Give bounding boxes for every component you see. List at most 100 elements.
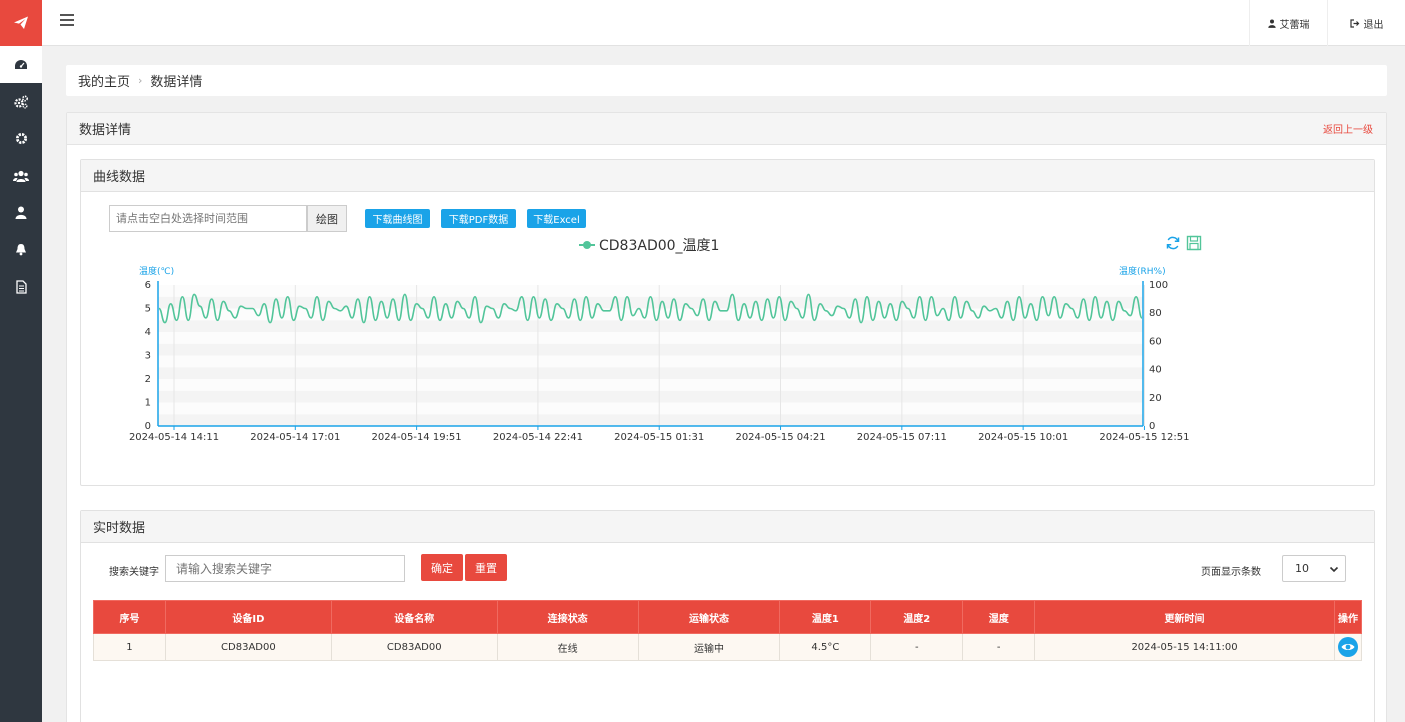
x-tick-label: 2024-05-15 12:51 [1099,432,1189,443]
grid-band [158,332,1143,344]
column-header[interactable]: 湿度 [962,600,1036,634]
confirm-button[interactable]: 确定 [421,554,463,581]
reset-button[interactable]: 重置 [465,554,507,581]
logout-button[interactable]: 退出 [1327,0,1405,46]
users-icon [13,170,29,182]
y-tick-label: 6 [145,280,151,291]
chevron-down-icon [1329,566,1339,573]
nav-item-alarms[interactable] [0,231,42,268]
nav-item-settings[interactable] [0,120,42,157]
menu-toggle-icon[interactable] [60,14,74,26]
y-tick-label: 2 [145,374,151,385]
bell-icon [16,244,26,256]
logout-label: 退出 [1363,19,1384,31]
x-tick-label: 2024-05-14 22:41 [493,432,583,443]
y2-tick-label: 40 [1149,365,1162,376]
data-detail-panel: 数据详情 返回上一级 曲线数据 绘图 下载曲线图 下载PDF数据 下载Excel… [66,112,1387,722]
x-tick-label: 2024-05-14 14:11 [129,432,219,443]
column-header[interactable]: 运输状态 [637,600,781,634]
grid-band [158,390,1143,403]
y-tick-label: 1 [145,398,151,409]
nav-item-dashboard[interactable] [0,46,42,83]
grid-band [158,355,1143,368]
user-name: 艾蕾瑞 [1279,19,1310,31]
breadcrumb: 我的主页 › 数据详情 [66,65,1387,96]
grid-band [158,308,1143,321]
x-tick-label: 2024-05-15 04:21 [735,432,825,443]
dashboard-icon [15,59,27,69]
column-header[interactable]: 温度1 [779,600,872,634]
panel-title: 数据详情 [79,123,132,138]
grid-band [158,285,1143,297]
y-tick-label: 0 [145,421,151,432]
logo[interactable] [0,0,42,46]
gear-icon [15,132,27,145]
realtime-data-panel: 实时数据 搜索关键字 确定 重置 页面显示条数 10 序号 设备ID 设备名称 … [80,510,1375,722]
y2-tick-label: 100 [1149,280,1168,291]
page-size-label: 页面显示条数 [1201,567,1261,578]
nav-item-reports[interactable] [0,268,42,305]
y-tick-label: 5 [145,304,151,315]
nav-item-devices[interactable] [0,83,42,120]
temperature-line-chart: 温度(℃) 温度(RH%)01234560204060801002024-05-1… [129,265,1190,443]
grid-band [158,296,1143,309]
y-tick-label: 4 [145,327,151,338]
document-icon [15,279,27,294]
breadcrumb-separator-icon: › [138,74,143,87]
y2-tick-label: 80 [1149,308,1162,319]
grid-band [158,320,1143,332]
column-header[interactable]: 温度2 [870,600,964,634]
top-header: 艾蕾瑞 退出 [42,0,1405,46]
column-header[interactable]: 设备名称 [330,600,498,634]
panel-header: 数据详情 返回上一级 [67,113,1386,145]
cell-device-id: CD83AD00 [164,633,332,661]
cell-device-name: CD83AD00 [330,633,498,661]
curve-data-panel: 曲线数据 绘图 下载曲线图 下载PDF数据 下载Excel CD83AD00_温… [80,159,1375,486]
search-input[interactable] [165,555,405,582]
cell-updated-time: 2024-05-15 14:11:00 [1034,633,1335,661]
sidebar [0,0,42,722]
column-header: 操作 [1333,600,1363,634]
grid-band [158,343,1143,356]
paper-plane-icon [14,16,28,29]
user-icon [15,206,27,219]
column-header[interactable]: 连接状态 [496,600,639,634]
y2-tick-label: 60 [1149,336,1162,347]
grid-band [158,367,1143,379]
nav-item-user[interactable] [0,194,42,231]
column-header[interactable]: 设备ID [164,600,332,634]
cogs-icon [14,95,28,108]
grid-band [158,379,1143,391]
nav-item-groups[interactable] [0,157,42,194]
search-keyword-label: 搜索关键字 [109,567,159,578]
x-tick-label: 2024-05-15 10:01 [978,432,1068,443]
sign-out-icon [1349,18,1359,28]
realtime-data-table: 序号 设备ID 设备名称 连接状态 运输状态 温度1 温度2 湿度 更新时间 操… [93,600,1363,661]
cell-humidity: - [962,633,1036,661]
x-tick-label: 2024-05-15 01:31 [614,432,704,443]
column-header[interactable]: 序号 [93,600,166,634]
grid-band [158,414,1143,426]
user-menu[interactable]: 艾蕾瑞 [1249,0,1327,46]
user-icon [1267,19,1276,28]
cell-temperature2: - [870,633,964,661]
breadcrumb-home[interactable]: 我的主页 [78,71,130,90]
realtime-data-title: 实时数据 [81,511,1374,543]
breadcrumb-current: 数据详情 [150,75,203,90]
table-header-row: 序号 设备ID 设备名称 连接状态 运输状态 温度1 温度2 湿度 更新时间 操… [93,600,1363,634]
eye-icon[interactable] [1337,637,1358,657]
column-header[interactable]: 更新时间 [1034,600,1335,634]
y2-tick-label: 0 [1149,421,1155,432]
page-size-select[interactable]: 10 [1282,555,1346,582]
grid-band [158,402,1143,415]
y-tick-label: 3 [145,351,151,362]
right-axis-title: 温度(RH%) [1119,265,1166,277]
cell-temperature1: 4.5°C [779,633,872,661]
cell-action [1333,633,1363,661]
page-size-value: 10 [1295,562,1309,575]
cell-transport-status: 运输中 [637,633,781,661]
back-link[interactable]: 返回上一级 [1323,121,1373,136]
x-tick-label: 2024-05-14 17:01 [250,432,340,443]
x-tick-label: 2024-05-15 07:11 [857,432,947,443]
table-row[interactable]: 1 CD83AD00 CD83AD00 在线 运输中 4.5°C - - 202… [93,633,1363,661]
